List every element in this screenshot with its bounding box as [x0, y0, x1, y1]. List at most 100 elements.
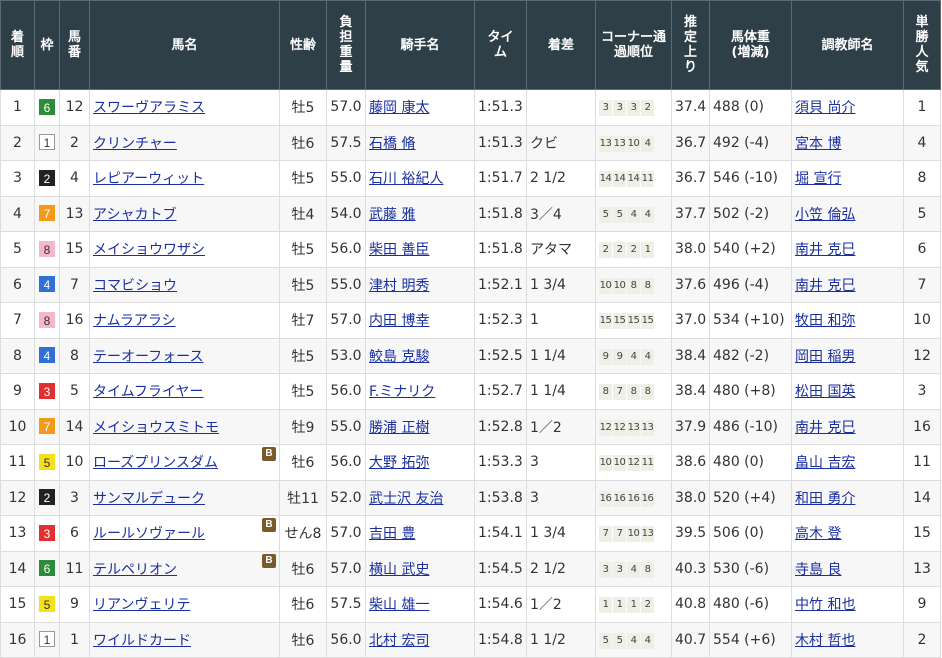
sex-age-cell: 牡7: [279, 302, 327, 339]
popularity-cell: 4: [903, 124, 941, 161]
horse-link[interactable]: クリンチャー: [93, 136, 177, 152]
jockey-cell: 吉田 豊: [365, 515, 475, 552]
trainer-link[interactable]: 松田 国英: [795, 384, 855, 400]
jockey-link[interactable]: 武藤 雅: [369, 207, 415, 223]
trainer-link[interactable]: 畠山 吉宏: [795, 455, 855, 471]
jockey-cell: 横山 武史: [365, 550, 475, 587]
corner-positions: 2221: [599, 240, 655, 259]
trainer-link[interactable]: 南井 克巳: [795, 242, 855, 258]
trainer-link[interactable]: 岡田 稲男: [795, 349, 855, 365]
trainer-link[interactable]: 高木 登: [795, 526, 841, 542]
weight-carried-cell: 56.0: [326, 231, 366, 268]
jockey-link[interactable]: 柴山 雄一: [369, 597, 429, 613]
header-sex-age: 性齢: [279, 0, 327, 90]
trainer-link[interactable]: 木村 哲也: [795, 633, 855, 649]
corner-positions: 10 10 8 8: [599, 276, 655, 294]
trainer-link[interactable]: 南井 克巳: [795, 420, 855, 436]
header-jockey-label: 騎手名: [400, 37, 440, 53]
trainer-cell: 南井 克巳: [791, 408, 904, 445]
horse-link[interactable]: ナムラアラシ: [93, 313, 176, 329]
trainer-cell: 南井 克巳: [791, 266, 904, 303]
corner-cell: 2221: [595, 231, 672, 268]
corner-positions: 13 13 10 4: [599, 134, 655, 152]
trainer-link[interactable]: 南井 克巳: [795, 278, 855, 294]
corner-position: 16: [599, 490, 612, 507]
trainer-cell: 須貝 尚介: [791, 89, 904, 126]
popularity-cell: 3: [903, 373, 941, 410]
waku-cell: 2: [34, 160, 60, 197]
jockey-link[interactable]: 大野 拓弥: [369, 455, 429, 471]
trainer-cell: 宮本 博: [791, 124, 904, 161]
trainer-link[interactable]: 和田 勇介: [795, 491, 855, 507]
horse-link[interactable]: テルペリオン: [93, 562, 177, 578]
waku-cell: 7: [34, 195, 60, 232]
horse-link[interactable]: メイショウスミトモ: [93, 420, 219, 436]
trainer-link[interactable]: 寺島 良: [795, 562, 841, 578]
horse-link[interactable]: レピアーウィット: [93, 171, 204, 187]
corner-position: 4: [627, 206, 640, 223]
corner-position: 4: [641, 135, 654, 152]
weight-carried-cell: 57.0: [326, 515, 366, 552]
corner-positions: 15 15 15 15: [599, 311, 655, 330]
corner-position: 10: [599, 455, 612, 472]
horse-link[interactable]: スワーヴアラミス: [93, 100, 205, 116]
jockey-cell: 内田 博幸: [365, 302, 475, 339]
corner-positions: 12 12 13 13: [599, 418, 655, 436]
horse-link[interactable]: サンマルデューク: [93, 491, 205, 507]
horse-link[interactable]: テーオーフォース: [93, 349, 203, 365]
waku-badge: 7: [39, 205, 55, 222]
results-body: 1 6 12 スワーヴアラミス 牡5 57.0 藤岡 康太 1:51.3 3 3 3 2 37.4 488…: [0, 89, 941, 658]
horse-cell: ワイルドカード: [89, 621, 280, 658]
corner-position: 9: [613, 348, 626, 365]
jockey-link[interactable]: 藤岡 康太: [369, 100, 429, 116]
horse-link[interactable]: リアンヴェリテ: [93, 597, 190, 613]
jockey-link[interactable]: 石川 裕紀人: [369, 171, 443, 187]
trainer-link[interactable]: 小笠 倫弘: [795, 207, 855, 223]
last3f-cell: 38.0: [671, 231, 710, 268]
horse-link[interactable]: タイムフライヤー: [93, 384, 203, 400]
horse-link[interactable]: ローズプリンスダム: [93, 455, 218, 471]
jockey-link[interactable]: 柴田 善臣: [369, 242, 429, 258]
margin-cell: 1／2: [526, 586, 596, 623]
jockey-cell: 武藤 雅: [365, 195, 475, 232]
horse-link[interactable]: アシャカトブ: [93, 207, 176, 223]
horse-cell: リアンヴェリテ: [89, 586, 280, 623]
table-row: 4 7 13 アシャカトブ 牡4 54.0 武藤 雅 1:51.8 3／4 5 5 4 4 37.7 502…: [0, 195, 941, 232]
horse-link[interactable]: メイショウワザシ: [93, 242, 205, 258]
rank-cell: 2: [0, 124, 35, 161]
jockey-cell: 石橋 脩: [365, 124, 475, 161]
corner-position: 10: [627, 135, 640, 152]
horse-link[interactable]: ルールソヴァール: [93, 526, 205, 542]
trainer-link[interactable]: 須貝 尚介: [795, 100, 855, 116]
header-umaban-label: 馬番: [67, 30, 81, 60]
sex-age-cell: 牡6: [279, 124, 327, 161]
jockey-link[interactable]: 内田 博幸: [369, 313, 429, 329]
trainer-link[interactable]: 堀 宣行: [795, 171, 841, 187]
jockey-link[interactable]: 津村 明秀: [369, 278, 429, 294]
jockey-link[interactable]: 吉田 豊: [369, 526, 415, 542]
trainer-link[interactable]: 中竹 和也: [795, 597, 855, 613]
umaban-cell: 14: [59, 408, 90, 445]
sex-age-cell: 牡5: [279, 231, 327, 268]
jockey-link[interactable]: 勝浦 正樹: [369, 420, 429, 436]
weight-carried-cell: 56.0: [326, 444, 366, 481]
horse-link[interactable]: ワイルドカード: [93, 633, 191, 649]
jockey-link[interactable]: F.ミナリク: [369, 384, 435, 400]
corner-positions: 7 7 10 13: [599, 524, 655, 543]
table-row: 7 8 16 ナムラアラシ 牡7 57.0 内田 博幸 1:52.3 1 15 15 15 15 37.0…: [0, 302, 941, 339]
margin-cell: [526, 89, 596, 126]
horse-link[interactable]: コマビショウ: [93, 278, 177, 294]
jockey-link[interactable]: 武士沢 友治: [369, 491, 443, 507]
waku-badge: 4: [39, 347, 55, 364]
race-results-table: 着順 枠 馬番 馬名 性齢 負担重量 騎手名 タイム 着差 コーナー通過順位 推…: [0, 0, 941, 658]
table-row: 1 6 12 スワーヴアラミス 牡5 57.0 藤岡 康太 1:51.3 3 3 3 2 37.4 488…: [0, 89, 941, 126]
umaban-cell: 6: [59, 515, 90, 552]
jockey-link[interactable]: 横山 武史: [369, 562, 429, 578]
trainer-link[interactable]: 宮本 博: [795, 136, 841, 152]
rank-cell: 13: [0, 515, 35, 552]
corner-position: 2: [613, 242, 626, 259]
jockey-link[interactable]: 鮫島 克駿: [369, 349, 429, 365]
jockey-link[interactable]: 北村 宏司: [369, 633, 429, 649]
jockey-link[interactable]: 石橋 脩: [369, 136, 415, 152]
trainer-link[interactable]: 牧田 和弥: [795, 313, 855, 329]
